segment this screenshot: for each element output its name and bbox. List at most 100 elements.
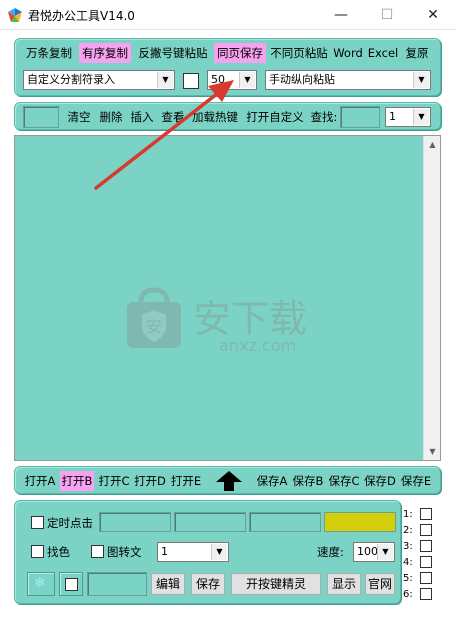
save-a-button[interactable]: 保存A: [255, 471, 289, 491]
count-select[interactable]: 50 ▼: [207, 70, 257, 90]
side-checkbox-1[interactable]: [420, 508, 432, 520]
find-color-checkbox[interactable]: [31, 545, 44, 558]
snowflake-icon: ❄: [34, 575, 46, 591]
timer-field-2[interactable]: [174, 512, 246, 532]
side-checkbox-6[interactable]: [420, 588, 432, 600]
chevron-down-icon: ▼: [239, 72, 255, 88]
color-swatch-box[interactable]: [23, 106, 59, 128]
open-a-button[interactable]: 打开A: [23, 471, 57, 491]
find-input[interactable]: [340, 106, 380, 128]
edit-button[interactable]: 编辑: [151, 573, 185, 595]
toolbar-checkbox[interactable]: [183, 73, 199, 89]
main-text-area[interactable]: ▲ ▼ 安 安下载 anxz.com: [14, 135, 441, 461]
view-button[interactable]: 查看: [159, 107, 187, 127]
save-e-button[interactable]: 保存E: [399, 471, 433, 491]
show-button[interactable]: 显示: [327, 573, 361, 595]
speed-select[interactable]: 100 ▼: [353, 542, 395, 562]
shield-bag-icon: 安: [127, 287, 181, 348]
separator-select-value: 自定义分割符录入: [27, 73, 115, 86]
small-toggle-checkbox[interactable]: [65, 578, 78, 591]
save-d-button[interactable]: 保存D: [363, 471, 397, 491]
open-b-button[interactable]: 打开B: [60, 471, 94, 491]
chevron-down-icon: ▼: [157, 72, 173, 88]
small-toggle-button[interactable]: [59, 572, 83, 596]
timer-click-label: 定时点击: [47, 516, 93, 530]
open-sprite-button[interactable]: 开按键精灵: [231, 573, 321, 595]
scroll-down-icon[interactable]: ▼: [424, 443, 441, 460]
vertical-scrollbar[interactable]: ▲ ▼: [423, 136, 440, 460]
watermark-cn-text: 安下载: [193, 297, 308, 341]
timer-click-checkbox[interactable]: [31, 516, 44, 529]
title-bar: 君悦办公工具V14.0 — ☐ ✕: [0, 0, 456, 30]
index-select-value: 1: [161, 545, 168, 558]
top-toolbar-panel: 万条复制 有序复制 反撇号键粘贴 同页保存 不同页粘贴 Word Excel 复…: [14, 38, 441, 96]
bulk-copy-button[interactable]: 万条复制: [23, 43, 75, 63]
app-logo-icon: [8, 8, 22, 22]
excel-button[interactable]: Excel: [366, 43, 400, 63]
side-checkbox-3[interactable]: [420, 540, 432, 552]
timer-field-1[interactable]: [99, 512, 171, 532]
svg-text:安: 安: [146, 317, 162, 336]
side-check-label-1: 1:: [403, 509, 413, 520]
backtick-paste-button[interactable]: 反撇号键粘贴: [135, 43, 211, 63]
load-hotkey-button[interactable]: 加载热键: [189, 107, 241, 127]
side-check-label-3: 3:: [403, 541, 413, 552]
snowflake-button[interactable]: ❄: [27, 572, 55, 596]
image-to-text-label: 图转文: [107, 545, 142, 559]
side-check-label-6: 6:: [403, 589, 413, 600]
open-d-button[interactable]: 打开D: [133, 471, 167, 491]
edit-toolbar-panel: 清空 删除 插入 查看 加载热键 打开自定义 查找: 1 ▼: [14, 102, 441, 130]
timer-field-3[interactable]: [249, 512, 321, 532]
diff-page-paste-button[interactable]: 不同页粘贴: [267, 43, 331, 63]
page-select[interactable]: 1 ▼: [385, 107, 431, 127]
side-check-label-5: 5:: [403, 573, 413, 584]
file-toolbar-panel: 打开A 打开B 打开C 打开D 打开E 保存A 保存B 保存C 保存D 保存E: [14, 466, 441, 494]
find-color-label: 找色: [47, 545, 70, 559]
website-button[interactable]: 官网: [365, 573, 395, 595]
save-b-button[interactable]: 保存B: [291, 471, 325, 491]
save-c-button[interactable]: 保存C: [327, 471, 361, 491]
open-c-button[interactable]: 打开C: [97, 471, 131, 491]
minimize-icon: —: [334, 7, 348, 23]
side-check-label-4: 4:: [403, 557, 413, 568]
separator-select[interactable]: 自定义分割符录入 ▼: [23, 70, 175, 90]
count-select-value: 50: [211, 73, 225, 86]
same-page-save-button[interactable]: 同页保存: [214, 43, 266, 63]
chevron-down-icon: ▼: [413, 109, 429, 125]
side-checkbox-5[interactable]: [420, 572, 432, 584]
ordered-copy-button[interactable]: 有序复制: [79, 43, 131, 63]
image-to-text-checkbox[interactable]: [91, 545, 104, 558]
close-button[interactable]: ✕: [410, 0, 456, 30]
index-select[interactable]: 1 ▼: [157, 542, 229, 562]
scroll-up-icon[interactable]: ▲: [424, 136, 441, 153]
clear-button[interactable]: 清空: [65, 107, 93, 127]
save-button[interactable]: 保存: [191, 573, 225, 595]
client-area: 万条复制 有序复制 反撇号键粘贴 同页保存 不同页粘贴 Word Excel 复…: [0, 30, 456, 624]
insert-button[interactable]: 插入: [128, 107, 156, 127]
watermark: 安 安下载 anxz.com: [123, 286, 333, 356]
up-arrow-icon[interactable]: [216, 471, 242, 491]
open-custom-button[interactable]: 打开自定义: [243, 107, 307, 127]
open-e-button[interactable]: 打开E: [169, 471, 203, 491]
speed-select-value: 100: [357, 545, 378, 558]
maximize-button[interactable]: ☐: [364, 0, 410, 30]
chevron-down-icon: ▼: [413, 72, 429, 88]
chevron-down-icon: ▼: [377, 544, 393, 560]
find-label: 查找:: [310, 110, 338, 124]
word-button[interactable]: Word: [333, 43, 363, 63]
side-checkbox-2[interactable]: [420, 524, 432, 536]
page-select-value: 1: [389, 110, 396, 123]
side-checkbox-4[interactable]: [420, 556, 432, 568]
paste-mode-select[interactable]: 手动纵向粘贴 ▼: [265, 70, 431, 90]
maximize-icon: ☐: [380, 7, 394, 23]
hotkey-input[interactable]: [87, 572, 147, 596]
restore-button[interactable]: 复原: [403, 43, 431, 63]
delete-button[interactable]: 删除: [97, 107, 125, 127]
side-check-label-2: 2:: [403, 525, 413, 536]
paste-mode-select-value: 手动纵向粘贴: [269, 73, 335, 86]
side-checkbox-column: 1: 2: 3: 4: 5: 6:: [403, 506, 443, 606]
chevron-down-icon: ▼: [211, 544, 227, 560]
color-preview-box[interactable]: [324, 512, 396, 532]
close-icon: ✕: [427, 7, 439, 23]
minimize-button[interactable]: —: [318, 0, 364, 30]
